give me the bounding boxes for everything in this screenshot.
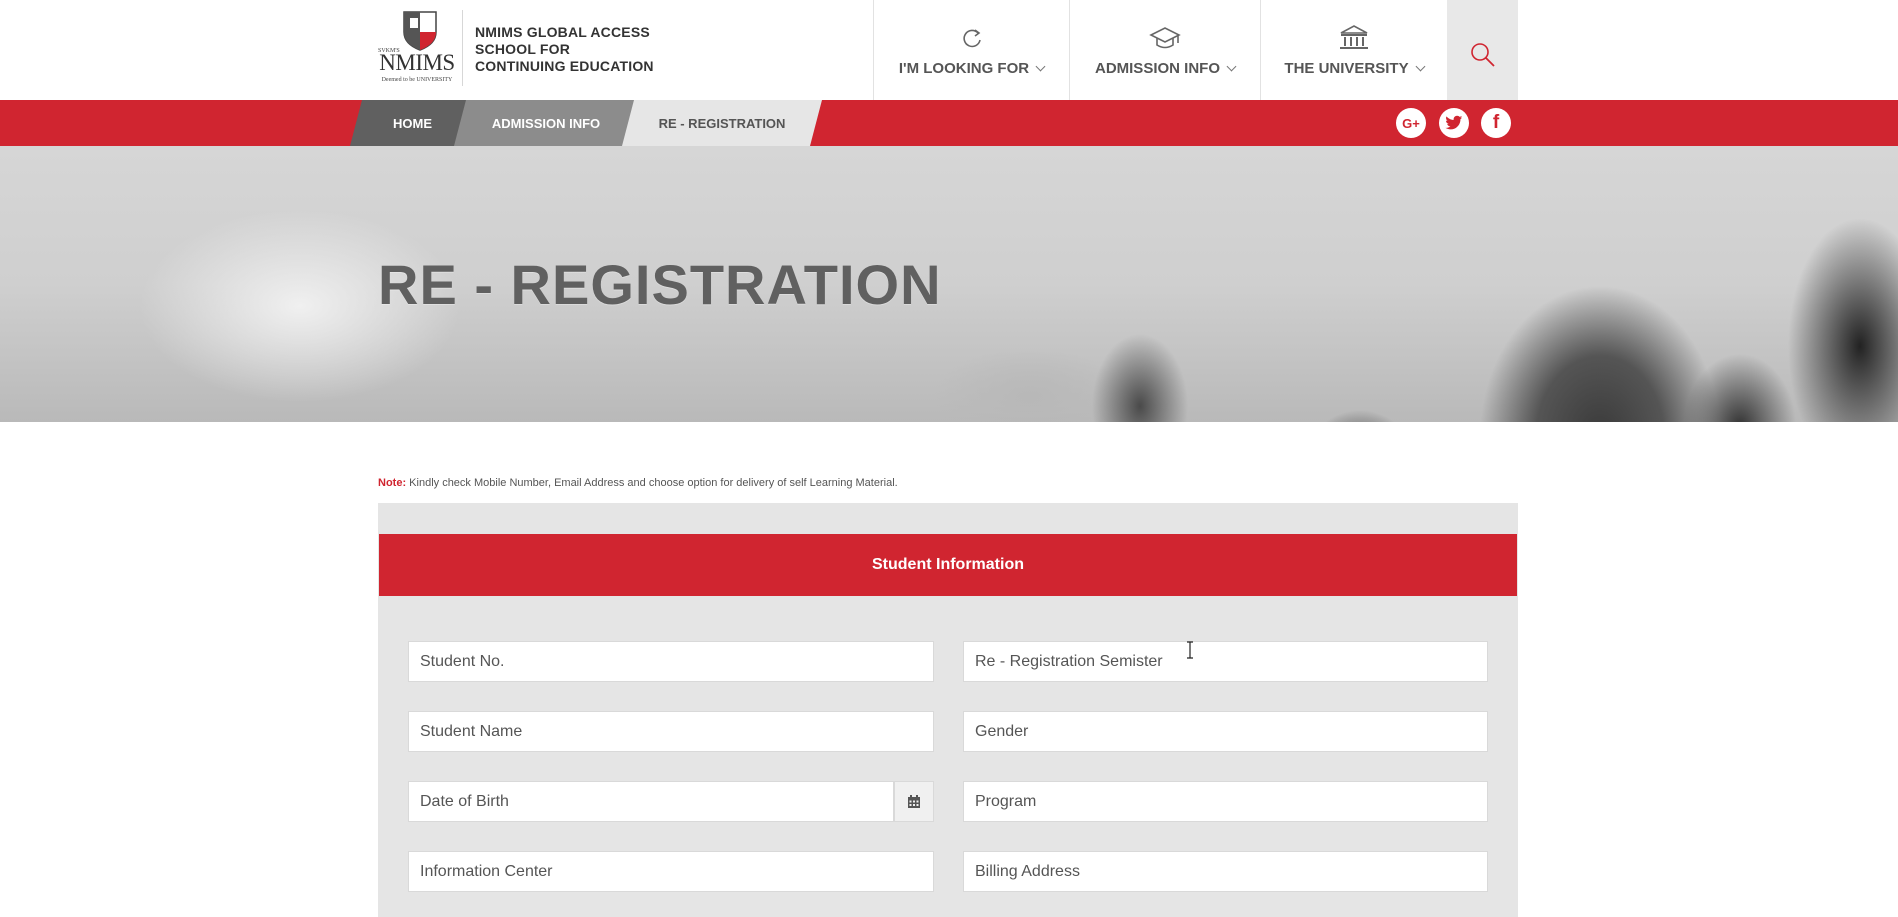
nav-the-university[interactable]: THE UNIVERSITY: [1260, 0, 1447, 100]
breadcrumb-current: RE - REGISTRATION: [622, 100, 822, 146]
text-cursor-icon: [1187, 641, 1193, 659]
google-plus-icon[interactable]: G+: [1396, 108, 1426, 138]
nav-label: I'M LOOKING FOR: [874, 60, 1069, 77]
page-title: RE - REGISTRATION: [378, 253, 942, 316]
nav-label: ADMISSION INFO: [1070, 60, 1260, 77]
site-header: SVKM'S NMIMS Deemed to be UNIVERSITY NMI…: [0, 0, 1898, 100]
chevron-down-icon: [1226, 61, 1237, 72]
nav-label-text: THE UNIVERSITY: [1284, 60, 1409, 77]
calendar-button[interactable]: [894, 781, 934, 822]
nav-label-text: ADMISSION INFO: [1094, 60, 1220, 77]
student-no-placeholder: Student No.: [420, 652, 505, 670]
logo-divider: [462, 10, 463, 86]
university-building-icon: [1338, 24, 1370, 52]
twitter-icon[interactable]: [1439, 108, 1469, 138]
program-field[interactable]: Program: [963, 781, 1488, 822]
re-registration-semester-placeholder: Re - Registration Semister: [975, 652, 1163, 670]
nav-admission-info[interactable]: ADMISSION INFO: [1069, 0, 1260, 100]
nav-label: THE UNIVERSITY: [1261, 60, 1447, 77]
form-note: Note: Kindly check Mobile Number, Email …: [378, 477, 898, 489]
search-button[interactable]: [1447, 0, 1518, 100]
chevron-down-icon: [1415, 61, 1426, 72]
student-information-form: Student Information Student No. Re - Reg…: [378, 503, 1518, 917]
billing-address-placeholder: Billing Address: [975, 862, 1080, 880]
gender-placeholder: Gender: [975, 722, 1029, 740]
gender-field[interactable]: Gender: [963, 711, 1488, 752]
chevron-down-icon: [1035, 61, 1046, 72]
nav-im-looking-for[interactable]: I'M LOOKING FOR: [873, 0, 1069, 100]
re-registration-semester-field[interactable]: Re - Registration Semister: [963, 641, 1488, 682]
logo-brand: NMIMS: [379, 50, 455, 75]
page: SVKM'S NMIMS Deemed to be UNIVERSITY NMI…: [0, 0, 1898, 917]
information-center-field[interactable]: Information Center: [408, 851, 934, 892]
graduation-cap-icon: [1149, 24, 1181, 52]
breadcrumb-admission-info[interactable]: ADMISSION INFO: [454, 100, 638, 146]
program-placeholder: Program: [975, 792, 1037, 810]
billing-address-field[interactable]: Billing Address: [963, 851, 1488, 892]
information-center-placeholder: Information Center: [420, 862, 553, 880]
student-name-field[interactable]: Student Name: [408, 711, 934, 752]
date-of-birth-placeholder: Date of Birth: [420, 792, 509, 810]
facebook-icon[interactable]: f: [1481, 108, 1511, 138]
calendar-icon: [908, 794, 920, 808]
search-icon: [1471, 43, 1495, 67]
student-no-field[interactable]: Student No.: [408, 641, 934, 682]
breadcrumb-bar: HOME ADMISSION INFO RE - REGISTRATION G+…: [0, 100, 1898, 146]
hero-banner: RE - REGISTRATION: [0, 146, 1898, 422]
school-name-line: NMIMS GLOBAL ACCESS: [475, 24, 650, 40]
school-name-line: SCHOOL FOR: [475, 41, 571, 57]
date-of-birth-field[interactable]: Date of Birth: [408, 781, 894, 822]
refresh-icon: [956, 24, 988, 52]
note-label: Note:: [378, 477, 407, 489]
form-heading: Student Information: [379, 534, 1517, 596]
nav-label-text: I'M LOOKING FOR: [898, 60, 1030, 77]
note-text: Kindly check Mobile Number, Email Addres…: [409, 477, 898, 489]
logo-sub-text: Deemed to be UNIVERSITY: [381, 77, 453, 83]
nmims-logo[interactable]: SVKM'S NMIMS Deemed to be UNIVERSITY: [378, 10, 456, 86]
school-name[interactable]: NMIMS GLOBAL ACCESS SCHOOL FOR CONTINUIN…: [475, 24, 654, 75]
student-name-placeholder: Student Name: [420, 722, 523, 740]
school-name-line: CONTINUING EDUCATION: [475, 58, 654, 74]
